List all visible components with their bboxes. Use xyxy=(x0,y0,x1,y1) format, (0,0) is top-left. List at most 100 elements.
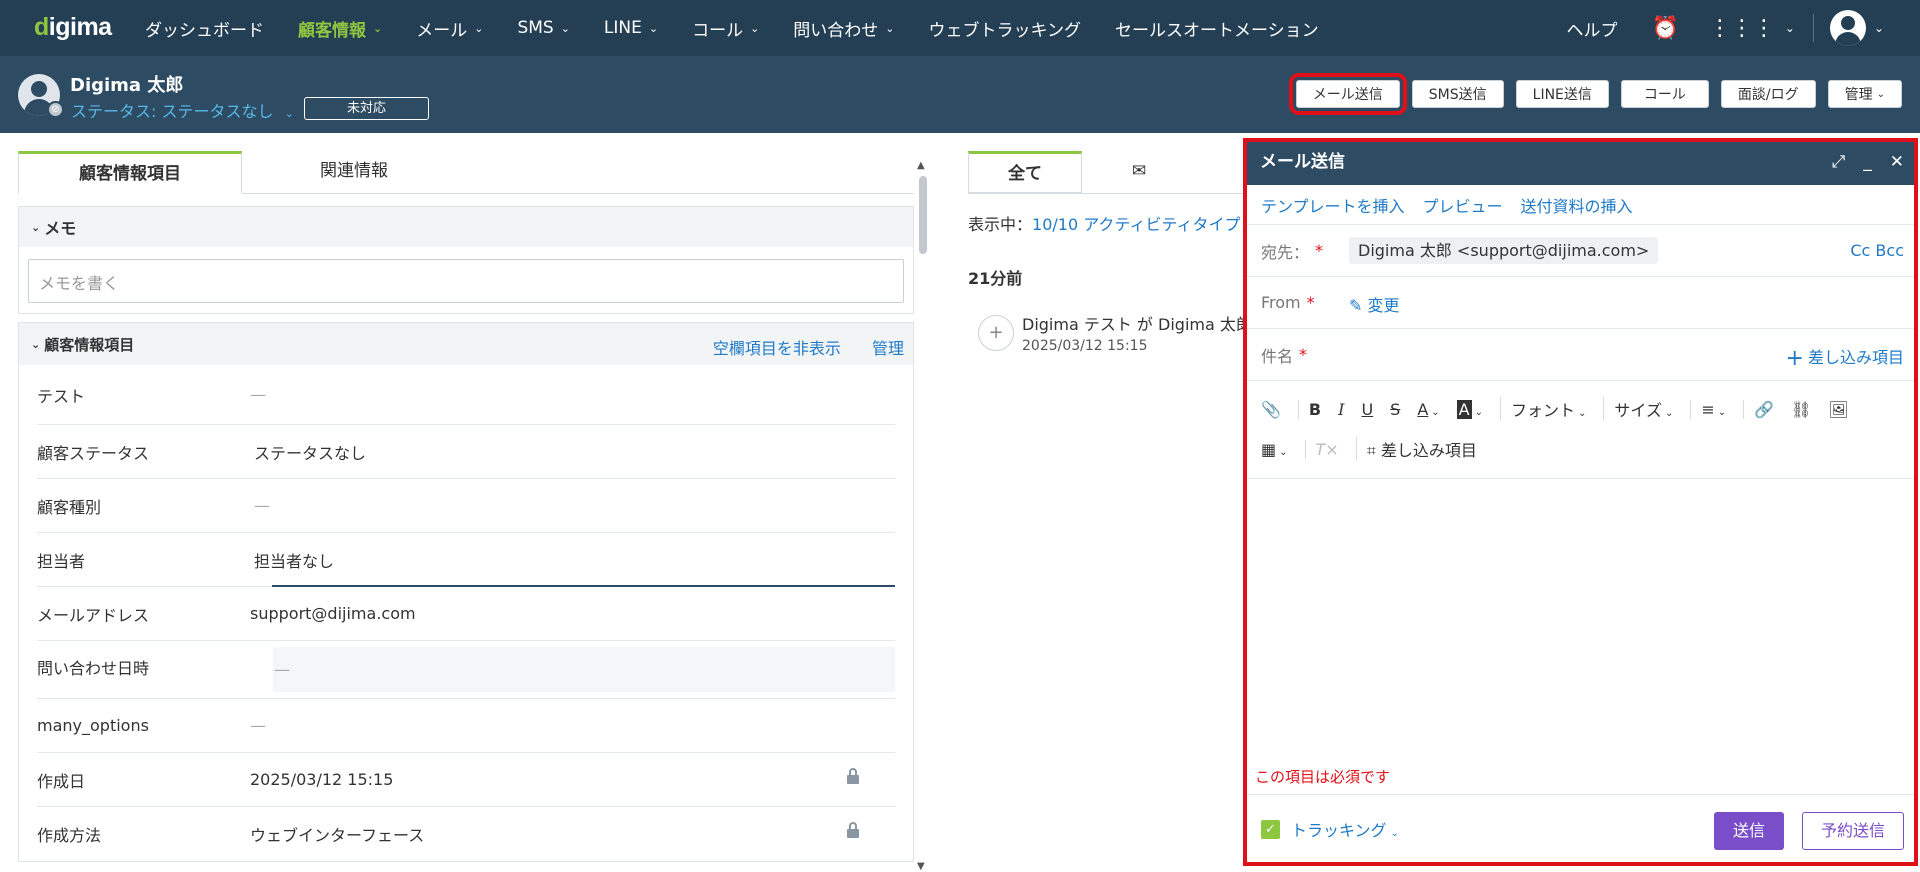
text-color-icon[interactable]: A ⌄ xyxy=(1417,400,1439,419)
apps-grid-icon[interactable]: ⋮⋮⋮ xyxy=(1709,16,1775,41)
lock-icon xyxy=(847,768,859,785)
time-ago: 21分前 xyxy=(968,269,1023,288)
help-link[interactable]: ヘルプ xyxy=(1566,16,1617,41)
font-size-dropdown[interactable]: サイズ ⌄ xyxy=(1603,397,1673,421)
nav-web-tracking[interactable]: ウェブトラッキング xyxy=(912,0,1099,56)
digima-logo[interactable]: digima xyxy=(34,13,112,42)
hide-empty-fields-link[interactable]: 空欄項目を非表示 xyxy=(713,339,841,358)
left-scrollbar[interactable]: ▲ ▼ xyxy=(917,160,929,872)
send-line-button[interactable]: LINE送信 xyxy=(1515,80,1609,108)
tab-customer-info[interactable]: 顧客情報項目 xyxy=(18,151,242,194)
table-row: テスト — xyxy=(37,365,895,425)
chevron-down-icon: ⌄ xyxy=(1876,88,1885,100)
customer-actions: メール送信 SMS送信 LINE送信 コール 面談/ログ 管理 ⌄ xyxy=(1284,73,1902,115)
scroll-up-icon[interactable]: ▲ xyxy=(917,160,925,171)
nav-call[interactable]: コール ⌄ xyxy=(675,0,776,56)
merge-field-icon[interactable]: ⌗ 差し込み項目 xyxy=(1355,437,1477,461)
preview-link[interactable]: プレビュー xyxy=(1423,193,1503,217)
unlink-icon[interactable]: ⛓ xyxy=(1791,400,1811,419)
manage-dropdown-button[interactable]: 管理 ⌄ xyxy=(1827,80,1902,108)
call-button[interactable]: コール xyxy=(1620,80,1709,108)
to-field: 宛先： * Digima 太郎 <support@dijima.com> Cc B… xyxy=(1247,225,1914,277)
user-avatar-icon[interactable] xyxy=(1829,10,1866,46)
insert-merge-field-button[interactable]: + 差し込み項目 xyxy=(1786,344,1904,371)
subject-field[interactable]: 件名 * + 差し込み項目 xyxy=(1247,329,1914,381)
table-icon[interactable]: ▦ ⌄ xyxy=(1261,440,1288,459)
chevron-down-icon: ⌄ xyxy=(648,21,659,35)
minimize-icon[interactable]: _ xyxy=(1863,142,1872,182)
chevron-down-icon: ⌄ xyxy=(31,220,41,234)
memo-header[interactable]: ⌄ メモ xyxy=(19,207,913,247)
tab-all[interactable]: 全て xyxy=(968,151,1082,193)
activity-item[interactable]: + Digima テスト が Digima 太郎 2025/03/12 15:1… xyxy=(968,315,1258,354)
mail-icon[interactable]: ✉ xyxy=(1082,151,1196,193)
attach-icon[interactable]: 📎 xyxy=(1261,400,1281,419)
memo-input[interactable]: メモを書く xyxy=(28,259,904,303)
customer-name: Digima 太郎 xyxy=(70,75,184,96)
field-background xyxy=(273,647,895,692)
table-row: many_options — xyxy=(37,699,895,753)
scroll-thumb[interactable] xyxy=(919,176,927,254)
chevron-down-icon[interactable]: ⌄ xyxy=(1785,21,1795,35)
close-icon[interactable]: ✕ xyxy=(1890,142,1904,182)
nav-inquiry[interactable]: 問い合わせ ⌄ xyxy=(776,0,911,56)
lock-icon xyxy=(847,822,859,839)
chevron-down-icon: ⌄ xyxy=(750,21,760,35)
italic-icon[interactable]: I xyxy=(1338,400,1344,419)
send-sms-button[interactable]: SMS送信 xyxy=(1411,80,1504,108)
nav-dashboard[interactable]: ダッシュボード xyxy=(128,0,281,56)
image-icon[interactable]: 🖼 xyxy=(1828,400,1848,419)
table-row: メールアドレス support@dijima.com xyxy=(37,587,895,641)
compose-links: テンプレートを挿入 プレビュー 送付資料の挿入 xyxy=(1247,185,1914,225)
memo-section: ⌄ メモ メモを書く xyxy=(18,206,914,314)
nav-sales-automation[interactable]: セールスオートメーション xyxy=(1098,0,1336,56)
plus-icon: + xyxy=(1785,346,1804,371)
nav-right: ヘルプ ⏰ ⋮⋮⋮ ⌄ ⌄ xyxy=(1566,0,1920,56)
highlight-color-icon[interactable]: A ⌄ xyxy=(1456,399,1483,419)
alarm-clock-icon[interactable]: ⏰ xyxy=(1651,16,1678,41)
chevron-down-icon: ⌄ xyxy=(1390,828,1399,839)
plus-icon[interactable]: + xyxy=(978,315,1014,351)
font-family-dropdown[interactable]: フォント ⌄ xyxy=(1500,397,1586,421)
expand-icon[interactable]: ⤢ xyxy=(1832,142,1846,182)
send-button[interactable]: 送信 xyxy=(1714,812,1784,850)
nav-line[interactable]: LINE ⌄ xyxy=(587,0,675,56)
schedule-send-button[interactable]: 予約送信 xyxy=(1802,812,1904,850)
scroll-down-icon[interactable]: ▼ xyxy=(917,861,925,872)
status-badge[interactable]: 未対応 xyxy=(304,97,429,120)
link-icon[interactable]: 🔗 xyxy=(1743,399,1774,419)
nav-customer-info[interactable]: 顧客情報 ⌄ xyxy=(281,0,399,56)
meeting-log-button[interactable]: 面談/ログ xyxy=(1720,80,1816,108)
send-mail-button[interactable]: メール送信 xyxy=(1288,73,1407,115)
left-tabs: 顧客情報項目 関連情報 xyxy=(18,151,914,194)
strikethrough-icon[interactable]: S xyxy=(1390,400,1400,419)
chevron-down-icon: ⌄ xyxy=(31,337,41,351)
nav-mail[interactable]: メール ⌄ xyxy=(399,0,500,56)
underline-icon[interactable]: U xyxy=(1361,400,1373,419)
info-rows: テスト — 顧客ステータス ステータスなし 顧客種別 — 担当者 担当者なし メールアド… xyxy=(19,365,913,861)
mail-compose-panel: メール送信 ⤢ _ ✕ テンプレートを挿入 プレビュー 送付資料の挿入 宛先： *… xyxy=(1243,138,1918,866)
bold-icon[interactable]: B xyxy=(1297,399,1321,419)
tracking-dropdown[interactable]: トラッキング ⌄ xyxy=(1291,817,1399,841)
align-icon[interactable]: ≡ ⌄ xyxy=(1690,399,1726,419)
customer-status-dropdown[interactable]: ステータス: ステータスなし ⌄ xyxy=(71,98,294,122)
nav-sms[interactable]: SMS ⌄ xyxy=(500,0,586,56)
insert-template-link[interactable]: テンプレートを挿入 xyxy=(1261,193,1405,217)
from-field: From * ✎ 変更 xyxy=(1247,277,1914,329)
cc-bcc-link[interactable]: Cc Bcc xyxy=(1850,241,1904,260)
chevron-down-icon[interactable]: ⌄ xyxy=(1874,21,1884,35)
recipient-chip[interactable]: Digima 太郎 <support@dijima.com> xyxy=(1349,237,1659,264)
table-row: 担当者 担当者なし xyxy=(37,533,895,587)
info-header[interactable]: ⌄ 顧客情報項目 空欄項目を非表示 管理 xyxy=(19,323,913,365)
top-nav: digima ダッシュボード 顧客情報 ⌄ メール ⌄ SMS ⌄ LINE ⌄ コール… xyxy=(0,0,1920,56)
tracking-checkbox[interactable]: ✓ xyxy=(1261,820,1280,839)
clear-format-icon[interactable]: T× xyxy=(1304,439,1339,459)
activity-filter: 表示中：10/10 アクティビティタイプ xyxy=(968,215,1241,234)
insert-attachment-link[interactable]: 送付資料の挿入 xyxy=(1521,193,1633,217)
activity-type-filter-link[interactable]: 10/10 アクティビティタイプ xyxy=(1032,215,1240,234)
table-row: 顧客ステータス ステータスなし xyxy=(37,425,895,479)
change-from-link[interactable]: ✎ 変更 xyxy=(1349,292,1400,316)
manage-fields-link[interactable]: 管理 xyxy=(872,339,904,358)
tab-related-info[interactable]: 関連情報 xyxy=(242,151,466,193)
activity-tabs: 全て ✉ xyxy=(968,151,1258,194)
